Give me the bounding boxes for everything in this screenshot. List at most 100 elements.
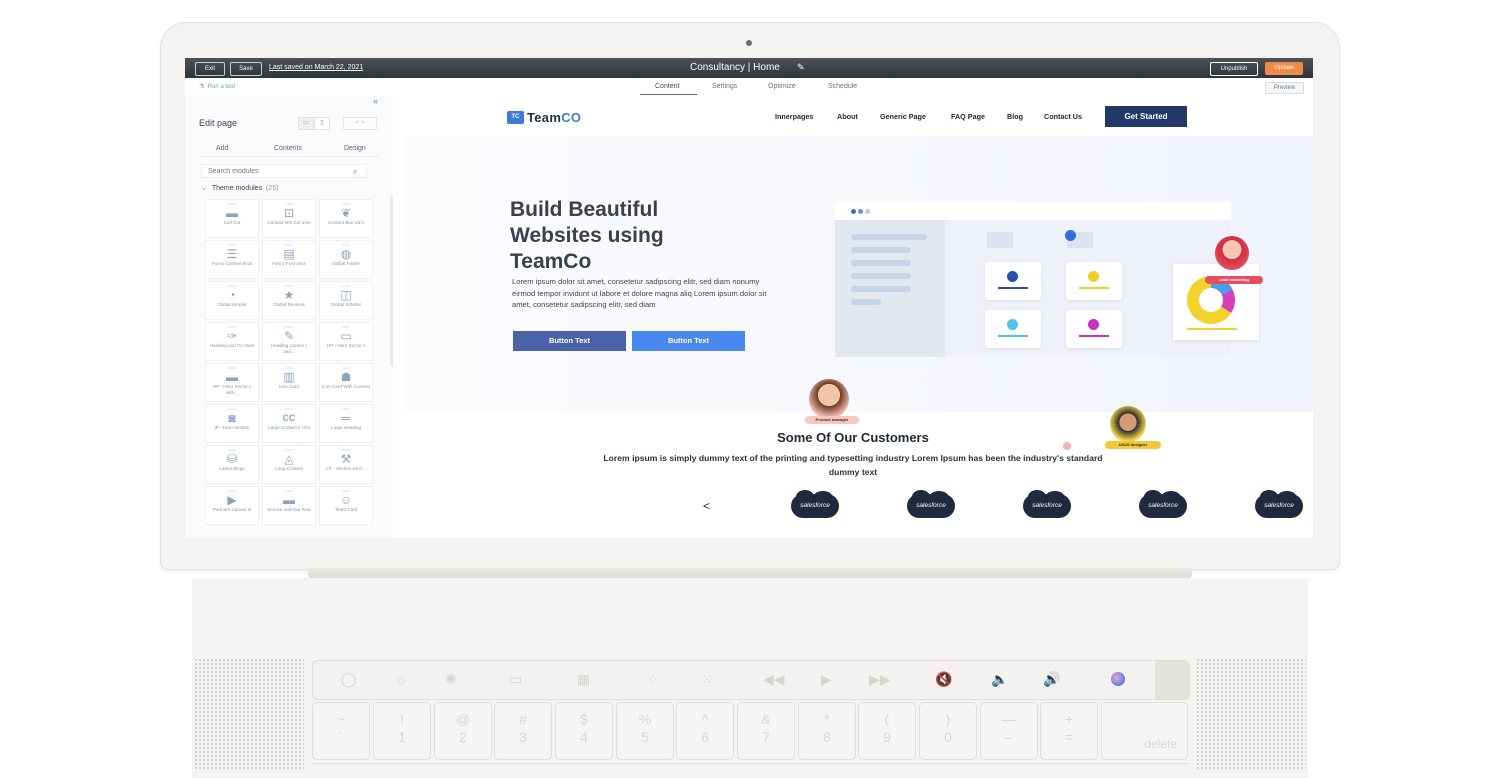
- module-tile[interactable]: •••••• ▬ HP - Hero Sectio n with...: [205, 363, 259, 402]
- decor-dot: [1065, 230, 1076, 241]
- tab-schedule[interactable]: Schedule: [828, 83, 857, 90]
- hero-button-1[interactable]: Button Text: [513, 331, 626, 351]
- page-title: Consultancy | Home: [690, 62, 780, 73]
- module-tile[interactable]: •••••• ▥ Icon Card: [262, 363, 316, 402]
- module-tile[interactable]: •••••• ❦ Content Box wit h: [319, 199, 373, 238]
- search-modules-input[interactable]: [201, 164, 367, 178]
- last-saved-link[interactable]: Last saved on March 22, 2021: [269, 64, 363, 71]
- undo-redo-group[interactable]: ↶ ↷: [343, 117, 377, 130]
- module-tile[interactable]: •••••• ⊡ Contact Info Col umn: [262, 199, 316, 238]
- siri-icon[interactable]: [1111, 672, 1125, 686]
- hero-button-2[interactable]: Button Text: [632, 331, 745, 351]
- collapse-panel-icon[interactable]: «: [373, 96, 378, 106]
- nav-faq-page[interactable]: FAQ Page: [951, 112, 985, 121]
- tab-settings[interactable]: Settings: [712, 83, 737, 90]
- key-delete[interactable]: delete: [1101, 702, 1188, 760]
- keyboard-light-high-icon[interactable]: ⁙: [701, 671, 713, 688]
- module-tile[interactable]: •••••• CC Large Contact F orm: [262, 404, 316, 443]
- volume-up-icon[interactable]: 🔊: [1043, 671, 1060, 688]
- chevron-down-icon: ⌄: [201, 185, 207, 192]
- key-6[interactable]: ^ 6: [676, 702, 734, 760]
- module-tile[interactable]: •••••• ═ Large Heading: [319, 404, 373, 443]
- module-tile[interactable]: •••••• ☺ Team Card: [319, 486, 373, 525]
- theme-modules-header[interactable]: ⌄ Theme modules (25): [201, 184, 278, 192]
- brightness-low-icon[interactable]: ☼: [395, 671, 408, 687]
- module-tile[interactable]: •••••• ◫ Global Sidebar: [319, 281, 373, 320]
- mock-line: [851, 273, 911, 279]
- tab-optimize[interactable]: Optimize: [768, 83, 796, 90]
- search-icon[interactable]: ⌕: [353, 167, 357, 177]
- unpublish-button[interactable]: Unpublish: [1210, 62, 1258, 76]
- key-equals[interactable]: + =: [1040, 702, 1098, 760]
- nav-about[interactable]: About: [837, 112, 858, 121]
- avatar-product-manager: [809, 379, 849, 419]
- module-tile[interactable]: •••••• ⛁ Latest Blogs: [205, 445, 259, 484]
- play-icon: ▶: [227, 493, 237, 507]
- esc-icon[interactable]: ◯: [341, 671, 357, 688]
- nav-innerpages[interactable]: Innerpages: [775, 112, 813, 121]
- nav-contact-us[interactable]: Contact Us: [1044, 112, 1082, 121]
- module-tile[interactable]: •••••• ⚒ LP - Section wit h...: [319, 445, 373, 484]
- mobile-view-icon[interactable]: ▯: [314, 117, 330, 130]
- volume-down-icon[interactable]: 🔈: [991, 671, 1008, 688]
- run-test-link[interactable]: ⚗ Run a test: [199, 83, 235, 90]
- tab-content[interactable]: Content: [655, 83, 680, 90]
- save-button[interactable]: Save: [230, 62, 262, 76]
- key-bottom: 7: [762, 729, 770, 745]
- module-tile[interactable]: •••••• ▬ Call Out: [205, 199, 259, 238]
- module-tile[interactable]: •••••• ▭ HP - Hero Sectio n: [319, 322, 373, 361]
- module-tile[interactable]: •••••• ▤ Fancy Form Box: [262, 240, 316, 279]
- get-started-button[interactable]: Get Started: [1105, 106, 1187, 127]
- key-8[interactable]: * 8: [798, 702, 856, 760]
- panel-tab-add[interactable]: Add: [216, 145, 228, 152]
- key-0[interactable]: ) 0: [919, 702, 977, 760]
- exit-button[interactable]: Exit: [195, 62, 225, 76]
- fast-forward-icon[interactable]: ▶▶: [869, 671, 891, 688]
- mission-control-icon[interactable]: ▭: [509, 671, 522, 688]
- carousel-prev-button[interactable]: <: [703, 499, 710, 513]
- key-3[interactable]: #3: [494, 702, 552, 760]
- desktop-view-icon[interactable]: ▭: [298, 117, 314, 130]
- module-tile[interactable]: •••••• ◙ IP - Hero Section: [205, 404, 259, 443]
- touch-id-icon[interactable]: [1155, 661, 1189, 699]
- module-tile[interactable]: •••••• ▶ Partners Carous el: [205, 486, 259, 525]
- play-pause-icon[interactable]: ▶: [821, 671, 832, 688]
- globe-icon: ◍: [340, 247, 352, 261]
- launchpad-icon[interactable]: ▦: [577, 671, 590, 688]
- module-tile[interactable]: •••••• ✑ Heading and Co ntent: [205, 322, 259, 361]
- preview-button[interactable]: Preview: [1265, 82, 1304, 94]
- key-9[interactable]: (9: [858, 702, 916, 760]
- key-7[interactable]: & 7: [737, 702, 795, 760]
- key-minus[interactable]: — –: [980, 702, 1038, 760]
- module-tile[interactable]: •••••• ☗ Icon Card With Content: [319, 363, 373, 402]
- brightness-high-icon[interactable]: ✺: [445, 671, 457, 688]
- module-tile[interactable]: •••••• ★ Global Reviews: [262, 281, 316, 320]
- key-top: &: [761, 711, 771, 727]
- mute-icon[interactable]: 🔇: [935, 671, 952, 688]
- touch-bar[interactable]: ◯ ☼ ✺ ▭ ▦ ⁘ ⁙ ◀◀ ▶ ▶▶ 🔇 🔈 🔊: [312, 660, 1190, 700]
- module-label: Fancy Form Box: [272, 261, 306, 266]
- module-tile[interactable]: •••••• ◍ Global Footer: [319, 240, 373, 279]
- rewind-icon[interactable]: ◀◀: [763, 671, 785, 688]
- stat-line: [1079, 287, 1109, 289]
- update-button[interactable]: Update: [1265, 62, 1303, 75]
- module-tile[interactable]: •••••• ▬ Service Call Out Row: [262, 486, 316, 525]
- key-5[interactable]: % 5: [616, 702, 674, 760]
- site-logo[interactable]: TC TeamCO: [507, 109, 581, 127]
- panel-tab-design[interactable]: Design: [344, 145, 366, 152]
- key-backtick[interactable]: ~ `: [312, 702, 370, 760]
- key-1[interactable]: ! 1: [373, 702, 431, 760]
- database-icon: ⛁: [226, 452, 238, 466]
- module-tile[interactable]: •••••• ◬ Long Content: [262, 445, 316, 484]
- nav-blog[interactable]: Blog: [1007, 112, 1023, 121]
- module-tile[interactable]: •••••• ◔ Global Header: [205, 281, 259, 320]
- logo-mark: TC: [507, 111, 524, 125]
- module-tile[interactable]: •••••• ✎ Heading Conten t and...: [262, 322, 316, 361]
- nav-generic-page[interactable]: Generic Page: [880, 112, 926, 121]
- key-4[interactable]: $4: [555, 702, 613, 760]
- panel-tab-contents[interactable]: Contents: [274, 145, 302, 152]
- module-tile[interactable]: •••••• ☰ Fancy Content B ox: [205, 240, 259, 279]
- pencil-icon[interactable]: ✎: [797, 62, 805, 73]
- key-2[interactable]: @2: [434, 702, 492, 760]
- keyboard-light-low-icon[interactable]: ⁘: [647, 671, 659, 688]
